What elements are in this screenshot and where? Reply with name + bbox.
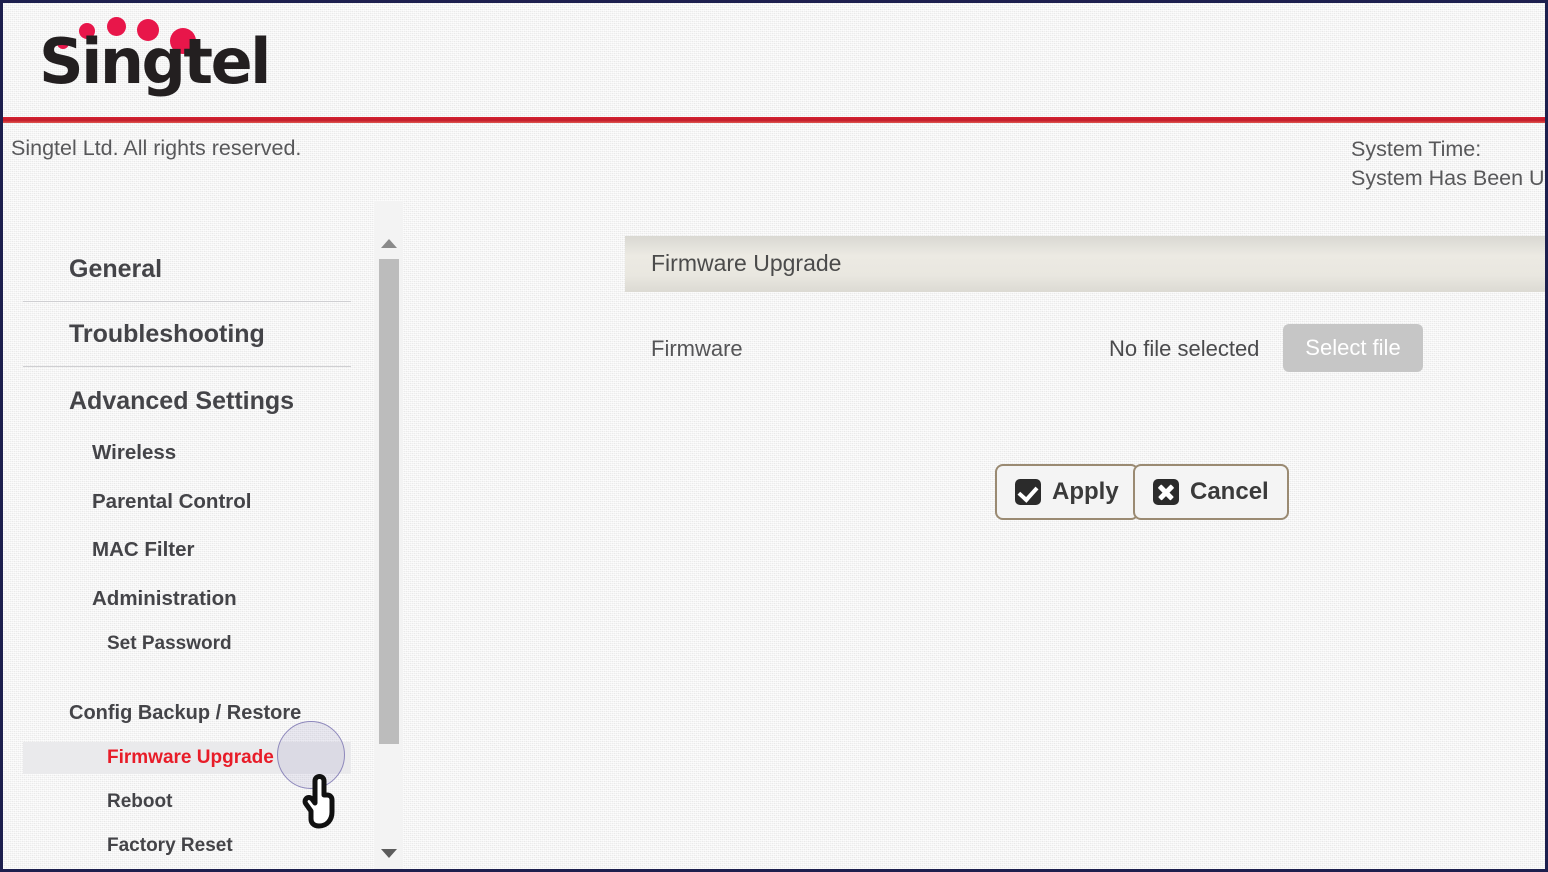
cancel-button[interactable]: Cancel xyxy=(1133,464,1289,520)
firmware-field-row: Firmware No file selected Select file xyxy=(625,318,1545,382)
main-content: Firmware Upgrade Firmware No file select… xyxy=(403,201,1545,869)
sidebar-item-set-password[interactable]: Set Password xyxy=(23,628,351,660)
system-uptime-label: System Has Been U xyxy=(1351,166,1545,190)
info-bar: Singtel Ltd. All rights reserved. System… xyxy=(3,123,1545,201)
system-info-block: System Time: System Has Been U xyxy=(1351,135,1545,193)
sidebar-item-troubleshooting[interactable]: Troubleshooting xyxy=(23,318,351,350)
sidebar-item-config-backup-restore[interactable]: Config Backup / Restore xyxy=(23,697,351,729)
select-file-button[interactable]: Select file xyxy=(1283,324,1423,372)
logo-wordmark: Singtel xyxy=(39,25,271,98)
sidebar-item-reboot[interactable]: Reboot xyxy=(23,786,351,818)
firmware-field-label: Firmware xyxy=(651,336,743,361)
panel-header: Firmware Upgrade xyxy=(625,236,1545,292)
browser-viewport: Singtel Singtel Ltd. All rights reserved… xyxy=(0,0,1548,872)
form-actions: Apply Cancel xyxy=(625,464,1545,524)
sidebar-item-administration[interactable]: Administration xyxy=(23,583,351,615)
sidebar-item-general[interactable]: General xyxy=(23,253,351,285)
file-status-text: No file selected xyxy=(1109,336,1260,361)
sidebar-scrollbar[interactable] xyxy=(374,201,403,869)
triangle-down-icon[interactable] xyxy=(374,841,403,867)
apply-button[interactable]: Apply xyxy=(995,464,1139,520)
cross-icon xyxy=(1153,479,1179,505)
sidebar-divider-2 xyxy=(23,366,351,367)
page-header: Singtel xyxy=(3,3,1545,117)
check-icon xyxy=(1015,479,1041,505)
apply-button-label: Apply xyxy=(1052,478,1119,505)
copyright-text: Singtel Ltd. All rights reserved. xyxy=(11,136,302,160)
triangle-up-icon[interactable] xyxy=(374,231,403,257)
sidebar-nav: General Troubleshooting Advanced Setting… xyxy=(3,201,371,869)
scrollbar-thumb[interactable] xyxy=(379,259,399,744)
sidebar-item-firmware-upgrade[interactable]: Firmware Upgrade xyxy=(23,742,351,774)
firmware-upgrade-panel: Firmware Upgrade Firmware No file select… xyxy=(625,236,1545,836)
sidebar-item-wireless[interactable]: Wireless xyxy=(23,437,351,469)
sidebar-item-advanced-settings[interactable]: Advanced Settings xyxy=(23,385,351,417)
singtel-logo: Singtel xyxy=(39,9,271,105)
system-time-label: System Time: xyxy=(1351,137,1482,161)
sidebar-item-factory-reset[interactable]: Factory Reset xyxy=(23,830,351,862)
sidebar-item-mac-filter[interactable]: MAC Filter xyxy=(23,534,351,566)
cancel-button-label: Cancel xyxy=(1190,478,1269,505)
sidebar-item-parental-control[interactable]: Parental Control xyxy=(23,486,351,518)
sidebar-divider-1 xyxy=(23,301,351,302)
page-title: Firmware Upgrade xyxy=(651,250,842,276)
